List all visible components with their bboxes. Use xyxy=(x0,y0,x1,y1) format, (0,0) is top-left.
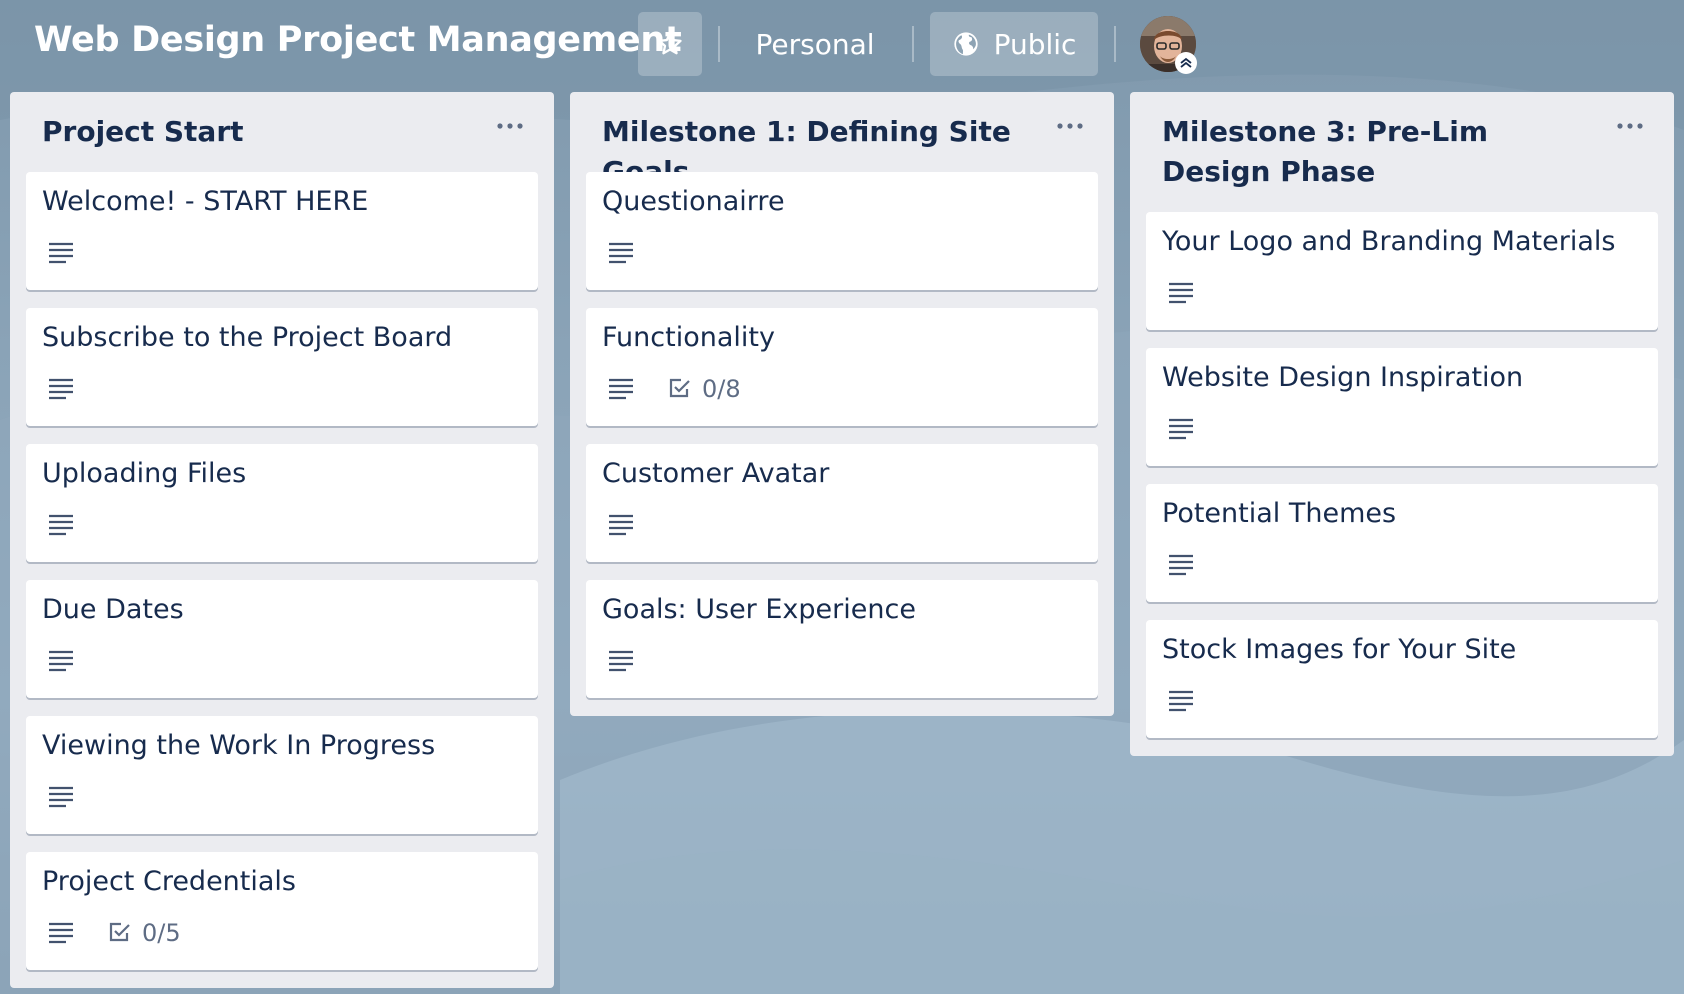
card-title: Potential Themes xyxy=(1162,498,1397,529)
more-horizontal-icon xyxy=(497,123,523,129)
card-title: Your Logo and Branding Materials xyxy=(1162,226,1616,257)
more-horizontal-icon xyxy=(1057,123,1083,129)
card[interactable]: Viewing the Work In Progress xyxy=(26,716,538,834)
card[interactable]: Potential Themes xyxy=(1146,484,1658,602)
list-menu-button[interactable] xyxy=(1050,110,1090,142)
description-icon xyxy=(609,514,633,536)
description-icon xyxy=(1169,690,1193,712)
description-icon xyxy=(49,514,73,536)
card-title: Due Dates xyxy=(42,594,184,625)
card[interactable]: Functionality 0/8 xyxy=(586,308,1098,426)
description-icon xyxy=(49,242,73,264)
card-title: Website Design Inspiration xyxy=(1162,362,1524,393)
card[interactable]: Project Credentials 0/5 xyxy=(26,852,538,970)
card[interactable]: Website Design Inspiration xyxy=(1146,348,1658,466)
card[interactable]: Subscribe to the Project Board xyxy=(26,308,538,426)
visibility-label: Public xyxy=(993,27,1077,61)
description-icon xyxy=(49,650,73,672)
card-title: Subscribe to the Project Board xyxy=(42,322,453,353)
card-title: Project Credentials xyxy=(42,866,296,897)
checklist-badge: 0/5 xyxy=(108,918,181,948)
list-milestone-3: Milestone 3: Pre-Lim Design Phase Your L… xyxy=(1130,92,1674,756)
header-divider xyxy=(912,26,914,62)
description-icon xyxy=(1169,418,1193,440)
visibility-public-button[interactable]: Public xyxy=(930,12,1098,76)
list-title[interactable]: Milestone 3: Pre-Lim Design Phase xyxy=(1162,112,1602,192)
list-milestone-1: Milestone 1: Defining Site Goals Questio… xyxy=(570,92,1114,716)
card[interactable]: Uploading Files xyxy=(26,444,538,562)
more-horizontal-icon xyxy=(1617,123,1643,129)
card-title: Goals: User Experience xyxy=(602,594,916,625)
description-icon xyxy=(49,378,73,400)
card-title: Uploading Files xyxy=(42,458,247,489)
board-title[interactable]: Web Design Project Management xyxy=(34,20,682,60)
header-divider xyxy=(718,26,720,62)
board-header: Web Design Project Management Personal P… xyxy=(0,0,1684,88)
card[interactable]: Due Dates xyxy=(26,580,538,698)
card[interactable]: Customer Avatar xyxy=(586,444,1098,562)
description-icon xyxy=(49,786,73,808)
list-title[interactable]: Project Start xyxy=(42,112,482,152)
card-title: Welcome! - START HERE xyxy=(42,186,369,217)
description-icon xyxy=(1169,282,1193,304)
card-title: Functionality xyxy=(602,322,775,353)
card[interactable]: Questionairre xyxy=(586,172,1098,290)
checklist-count: 0/8 xyxy=(702,375,741,403)
checklist-icon xyxy=(109,922,130,942)
card[interactable]: Your Logo and Branding Materials xyxy=(1146,212,1658,330)
globe-icon xyxy=(953,32,978,56)
admin-badge-icon xyxy=(1175,52,1197,74)
checklist-icon xyxy=(669,378,690,398)
card[interactable]: Goals: User Experience xyxy=(586,580,1098,698)
card-title: Viewing the Work In Progress xyxy=(42,730,436,761)
list-menu-button[interactable] xyxy=(1610,110,1650,142)
card[interactable]: Stock Images for Your Site xyxy=(1146,620,1658,738)
description-icon xyxy=(1169,554,1193,576)
list-menu-button[interactable] xyxy=(490,110,530,142)
team-personal-button[interactable]: Personal xyxy=(740,12,890,76)
description-icon xyxy=(49,922,73,944)
checklist-count: 0/5 xyxy=(142,919,181,947)
card-title: Stock Images for Your Site xyxy=(1162,634,1517,665)
description-icon xyxy=(609,650,633,672)
checklist-badge: 0/8 xyxy=(668,374,741,404)
description-icon xyxy=(609,378,633,400)
card[interactable]: Welcome! - START HERE xyxy=(26,172,538,290)
card-title: Customer Avatar xyxy=(602,458,830,489)
list-project-start: Project Start Welcome! - START HERE Subs… xyxy=(10,92,554,988)
card-title: Questionairre xyxy=(602,186,785,217)
star-board-button[interactable] xyxy=(638,12,702,76)
description-icon xyxy=(609,242,633,264)
personal-label: Personal xyxy=(755,27,875,61)
header-divider xyxy=(1114,26,1116,62)
star-icon xyxy=(658,32,682,55)
